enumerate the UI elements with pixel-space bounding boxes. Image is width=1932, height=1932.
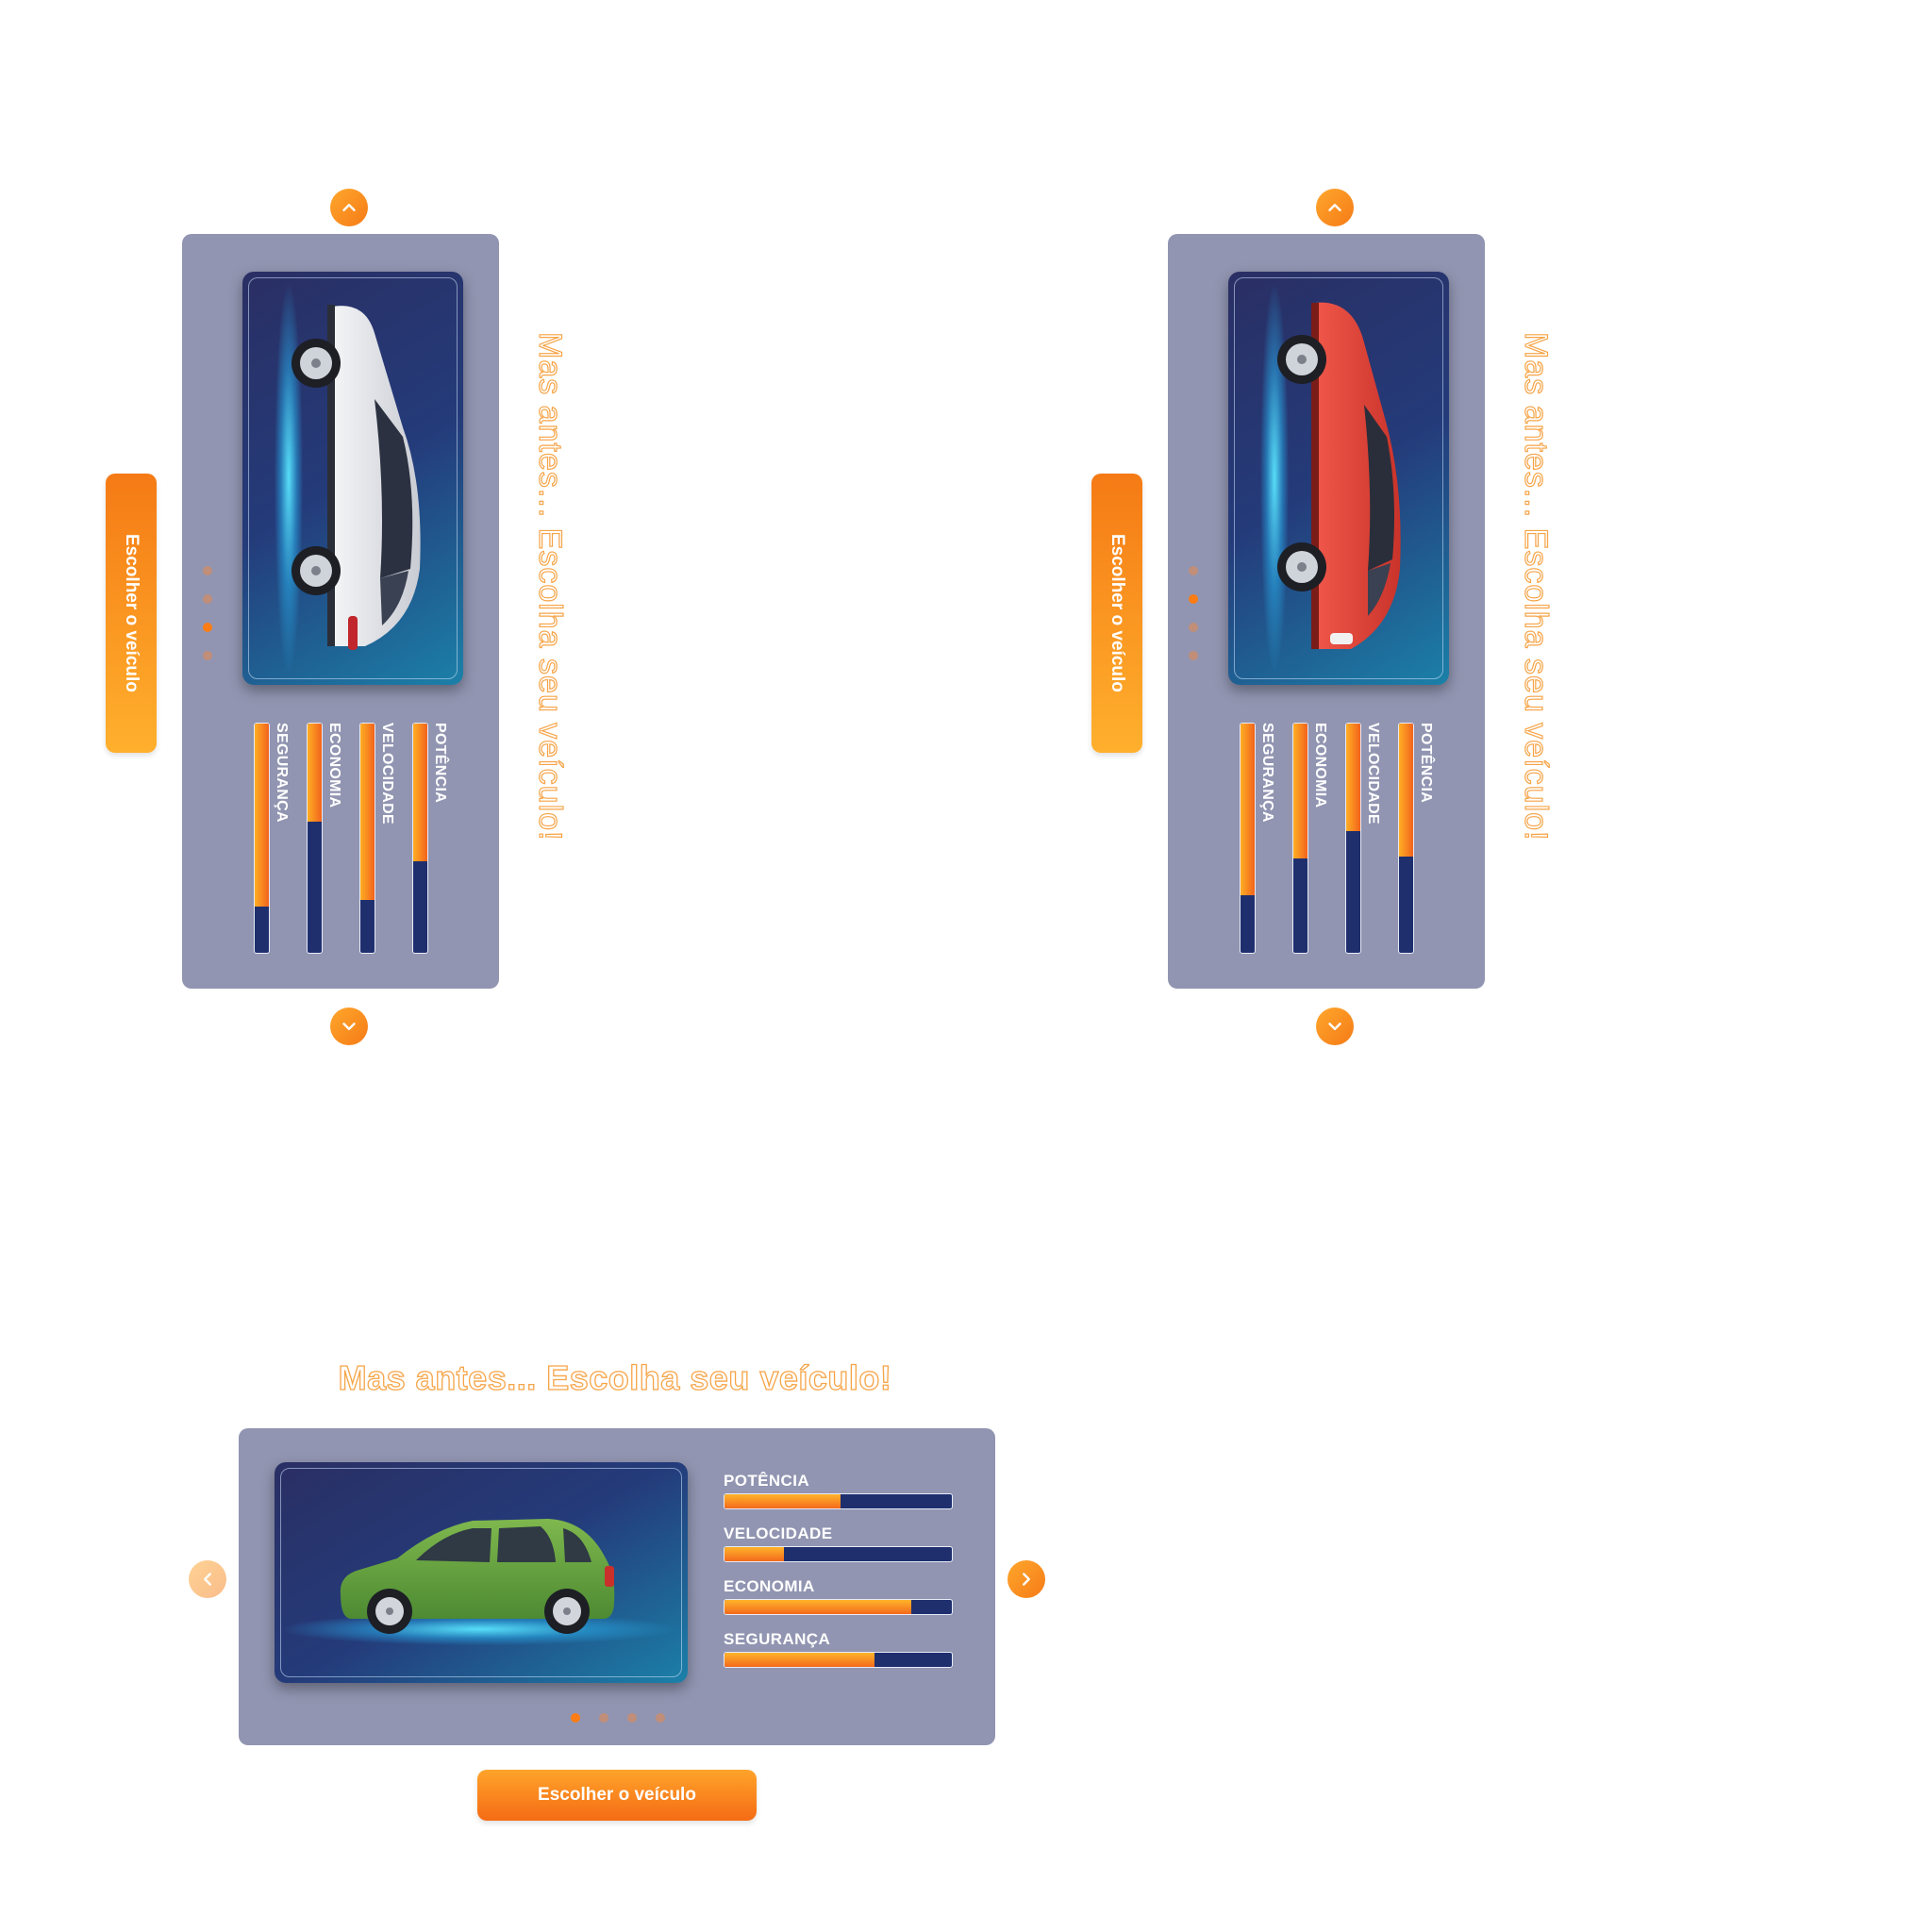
stats: SEGURANÇA ECONOMIA VELOCIDADE POTÊNCIA — [1240, 723, 1457, 958]
stat-velocidade: VELOCIDADE — [359, 723, 397, 954]
choose-vehicle-button[interactable]: Escolher o veículo — [106, 474, 157, 753]
stat-fill — [724, 1547, 784, 1561]
car-display — [1228, 272, 1449, 685]
carousel-dot[interactable] — [599, 1713, 608, 1723]
stat-fill — [413, 724, 427, 861]
carousel-dot-active[interactable] — [571, 1713, 580, 1723]
headline: Mas antes... Escolha seu veículo! — [1517, 331, 1554, 841]
chevron-left-icon[interactable] — [189, 1560, 226, 1598]
stat-bar — [1398, 723, 1414, 954]
stat-fill — [308, 724, 322, 823]
chevron-up-icon[interactable] — [1316, 189, 1354, 226]
stat-bar — [724, 1599, 953, 1615]
stat-bar — [412, 723, 428, 954]
vehicle-card: SEGURANÇA ECONOMIA VELOCIDADE POTÊNCIA — [1168, 234, 1485, 989]
carousel-dot[interactable] — [656, 1713, 665, 1723]
vehicle-card: POTÊNCIA VELOCIDADE ECONOMIA SEGURANÇA — [239, 1428, 995, 1745]
stat-bar — [724, 1546, 953, 1562]
carousel-dot-active[interactable] — [203, 623, 212, 632]
stat-bar — [724, 1493, 953, 1509]
stat-fill — [1346, 724, 1360, 832]
carousel-dot[interactable] — [203, 651, 212, 660]
carousel-dot[interactable] — [1189, 566, 1198, 575]
stat-bar — [307, 723, 323, 954]
stat-seguranca: SEGURANÇA — [1240, 723, 1277, 954]
carousel-dots — [571, 1713, 665, 1723]
chevron-down-icon[interactable] — [330, 1008, 368, 1045]
car-display — [275, 1462, 688, 1683]
car-image-white — [261, 295, 450, 663]
stat-fill — [724, 1653, 875, 1667]
choose-vehicle-button[interactable]: Escolher o veículo — [1091, 474, 1142, 753]
chevron-up-icon[interactable] — [330, 189, 368, 226]
carousel-dot[interactable] — [203, 566, 212, 575]
stat-fill — [255, 724, 269, 908]
chevron-down-icon[interactable] — [1316, 1008, 1354, 1045]
carousel-dot[interactable] — [1189, 623, 1198, 632]
stat-economia: ECONOMIA — [724, 1577, 959, 1630]
stat-velocidade: VELOCIDADE — [724, 1524, 959, 1577]
stat-bar — [724, 1652, 953, 1668]
stat-bar — [1345, 723, 1361, 954]
carousel-dot[interactable] — [627, 1713, 637, 1723]
stat-economia: ECONOMIA — [307, 723, 344, 954]
stat-bar — [1240, 723, 1256, 954]
stat-potencia: POTÊNCIA — [724, 1472, 959, 1524]
headline: Mas antes... Escolha seu veículo! — [531, 331, 568, 841]
choose-vehicle-button[interactable]: Escolher o veículo — [477, 1770, 757, 1821]
stat-fill — [724, 1600, 911, 1614]
stat-velocidade: VELOCIDADE — [1345, 723, 1383, 954]
vehicle-card: SEGURANÇA ECONOMIA VELOCIDADE POTÊNCIA — [182, 234, 499, 989]
chevron-right-icon[interactable] — [1008, 1560, 1045, 1598]
car-image-green — [331, 1500, 633, 1641]
stats: SEGURANÇA ECONOMIA VELOCIDADE POTÊNCIA — [254, 723, 471, 958]
carousel-dot-active[interactable] — [1189, 594, 1198, 604]
stat-potencia: POTÊNCIA — [412, 723, 450, 954]
stat-bar — [254, 723, 270, 954]
carousel-dot[interactable] — [1189, 651, 1198, 660]
stat-potencia: POTÊNCIA — [1398, 723, 1436, 954]
stat-fill — [1241, 724, 1255, 896]
headline: Mas antes... Escolha seu veículo! — [338, 1357, 892, 1397]
stat-seguranca: SEGURANÇA — [724, 1630, 959, 1683]
stat-fill — [1293, 724, 1307, 859]
stat-bar — [1292, 723, 1308, 954]
stat-fill — [1399, 724, 1413, 857]
car-image-red — [1247, 295, 1436, 663]
stat-bar — [359, 723, 375, 954]
stat-fill — [724, 1494, 841, 1508]
carousel-dots — [203, 566, 214, 679]
stat-economia: ECONOMIA — [1292, 723, 1330, 954]
stat-seguranca: SEGURANÇA — [254, 723, 291, 954]
stat-fill — [360, 724, 375, 901]
car-display — [242, 272, 463, 685]
carousel-dots — [1189, 566, 1200, 679]
stats: POTÊNCIA VELOCIDADE ECONOMIA SEGURANÇA — [724, 1472, 959, 1683]
carousel-dot[interactable] — [203, 594, 212, 604]
